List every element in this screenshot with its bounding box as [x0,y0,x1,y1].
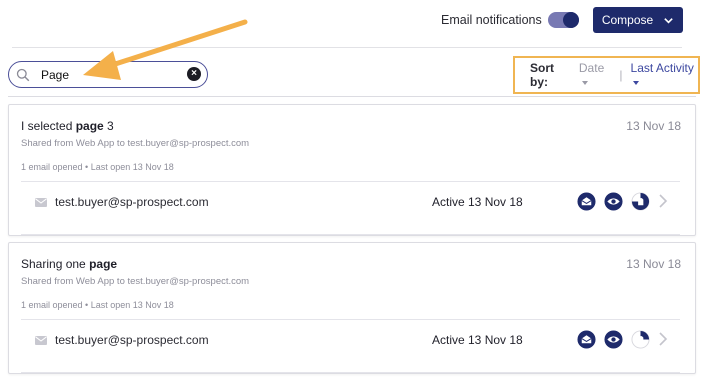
caret-down-icon [632,80,639,85]
eye-icon[interactable] [604,192,623,211]
envelope-icon [35,336,47,345]
chevron-right-icon[interactable] [658,194,668,208]
email-notifications-toggle[interactable] [548,12,579,28]
shared-from-text: Shared from Web App to test.buyer@sp-pro… [21,138,250,149]
share-date: 13 Nov 18 [626,119,681,133]
list-divider [8,96,696,97]
shared-from-text: Shared from Web App to test.buyer@sp-pro… [21,276,250,287]
recipient-row[interactable]: test.buyer@sp-prospect.com Active 13 Nov… [21,320,680,360]
recipient-email: test.buyer@sp-prospect.com [55,195,209,209]
recipient-activity: Active 13 Nov 18 [432,333,523,347]
compose-label: Compose [601,13,654,27]
sort-separator: | [619,68,623,82]
email-notifications-label: Email notifications [441,13,542,27]
compose-button[interactable]: Compose [593,7,683,33]
toggle-knob [563,12,579,28]
eye-icon[interactable] [604,330,623,349]
envelope-open-icon[interactable] [577,330,596,349]
envelope-icon [35,198,47,207]
open-stats-text: 1 email opened • Last open 13 Nov 18 [21,300,174,310]
recipient-email: test.buyer@sp-prospect.com [55,333,209,347]
share-date: 13 Nov 18 [626,257,681,271]
open-stats-text: 1 email opened • Last open 13 Nov 18 [21,162,174,172]
envelope-open-icon[interactable] [577,192,596,211]
chevron-right-icon[interactable] [658,332,668,346]
sort-controls: Sort by: Date | Last Activity [513,56,700,94]
search-input[interactable]: Page [41,68,69,82]
share-title: Sharing one page [21,257,118,271]
card-bottom-divider [21,372,680,373]
document-progress-icon[interactable] [631,192,650,211]
annotation-arrow-icon [83,19,248,80]
share-title: I selected page 3 [21,119,114,133]
document-progress-icon[interactable] [631,330,650,349]
share-card[interactable]: I selected page 3 13 Nov 18 Shared from … [8,104,696,236]
recipient-activity: Active 13 Nov 18 [432,195,523,209]
share-card[interactable]: Sharing one page 13 Nov 18 Shared from W… [8,242,696,374]
search-icon [16,68,30,81]
sort-option-date[interactable]: Date [579,61,612,89]
card-bottom-divider [21,234,680,235]
caret-down-icon [581,80,588,85]
chevron-down-icon [664,17,673,24]
recipient-row[interactable]: test.buyer@sp-prospect.com Active 13 Nov… [21,182,680,222]
sort-option-last-activity[interactable]: Last Activity [631,61,698,89]
sort-by-label: Sort by: [530,61,554,89]
